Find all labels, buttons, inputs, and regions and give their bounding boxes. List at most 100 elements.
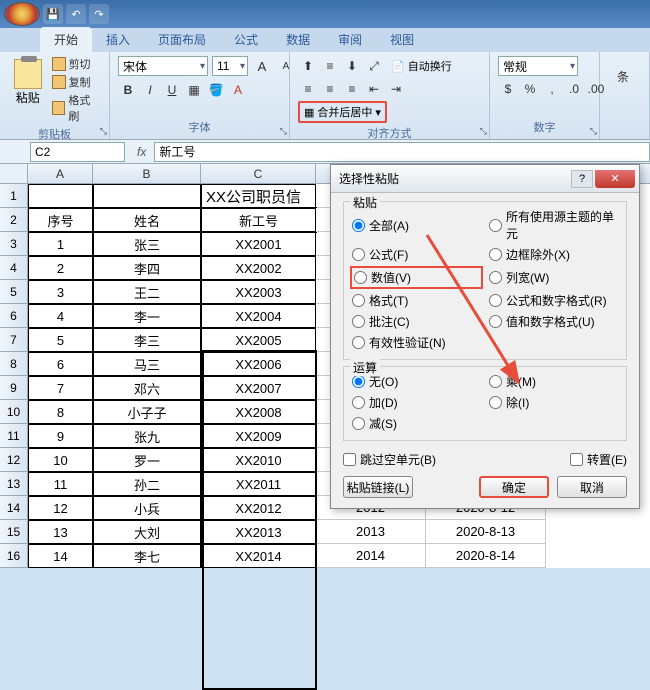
select-all-corner[interactable] [0,164,28,183]
cell[interactable]: 1 [28,232,93,256]
paste-link-button[interactable]: 粘贴链接(L) [343,476,413,498]
row-header[interactable]: 13 [0,472,28,496]
bold-button[interactable]: B [118,80,138,100]
cell[interactable]: XX公司职员信 [201,184,316,208]
radio-formats[interactable]: 格式(T) [352,292,481,309]
cell[interactable]: 小兵 [93,496,201,520]
dialog-launcher-icon[interactable]: ⤡ [480,126,487,137]
cell[interactable]: XX2011 [201,472,316,496]
font-name-combo[interactable]: 宋体 [118,56,208,76]
radio-op-mul[interactable]: 乘(M) [489,373,618,390]
cell[interactable]: 姓名 [93,208,201,232]
border-button[interactable]: ▦ [184,80,204,100]
radio-fnum[interactable]: 公式和数字格式(R) [489,292,618,309]
row-header[interactable]: 16 [0,544,28,568]
row-header[interactable]: 3 [0,232,28,256]
cell[interactable]: XX2005 [201,328,316,352]
col-header-c[interactable]: C [201,164,316,183]
radio-op-div[interactable]: 除(I) [489,394,618,411]
row-header[interactable]: 8 [0,352,28,376]
cell[interactable]: XX2003 [201,280,316,304]
qat-save-icon[interactable]: 💾 [43,4,63,24]
row-header[interactable]: 7 [0,328,28,352]
decrease-indent-button[interactable]: ⇤ [364,79,384,99]
radio-op-sub[interactable]: 减(S) [352,415,481,432]
cell[interactable]: 李七 [93,544,201,568]
cell[interactable]: 3 [28,280,93,304]
cell[interactable]: 2014 [316,544,426,568]
increase-decimal-button[interactable]: .0 [564,79,584,99]
radio-validation[interactable]: 有效性验证(N) [352,334,481,351]
cell[interactable]: 邓六 [93,376,201,400]
tab-view[interactable]: 视图 [376,27,428,52]
currency-button[interactable]: $ [498,79,518,99]
cell[interactable]: 7 [28,376,93,400]
cell[interactable]: XX2006 [201,352,316,376]
cut-button[interactable]: 剪切 [52,56,101,72]
col-header-b[interactable]: B [93,164,201,183]
cell[interactable]: 2 [28,256,93,280]
align-left-button[interactable]: ≡ [298,79,318,99]
cell[interactable]: 6 [28,352,93,376]
cancel-button[interactable]: 取消 [557,476,627,498]
dialog-launcher-icon[interactable]: ⤡ [100,126,107,137]
tab-data[interactable]: 数据 [272,27,324,52]
cell-active[interactable]: 新工号 [201,208,316,232]
cell[interactable]: 张三 [93,232,201,256]
close-button[interactable]: ✕ [595,170,635,188]
qat-undo-icon[interactable]: ↶ [66,4,86,24]
paste-button[interactable]: 粘贴 [8,56,48,108]
row-header[interactable]: 5 [0,280,28,304]
row-header[interactable]: 12 [0,448,28,472]
cell[interactable]: XX2008 [201,400,316,424]
cell[interactable]: 11 [28,472,93,496]
underline-button[interactable]: U [162,80,182,100]
italic-button[interactable]: I [140,80,160,100]
row-header[interactable]: 1 [0,184,28,208]
cell[interactable]: 5 [28,328,93,352]
row-header[interactable]: 6 [0,304,28,328]
row-header[interactable]: 15 [0,520,28,544]
cell[interactable]: 李一 [93,304,201,328]
cell[interactable]: 李三 [93,328,201,352]
cell[interactable] [28,184,93,208]
formula-input[interactable]: 新工号 [154,142,650,162]
radio-formulas[interactable]: 公式(F) [352,246,481,263]
cell[interactable]: XX2010 [201,448,316,472]
dialog-titlebar[interactable]: 选择性粘贴 ? ✕ [331,165,639,193]
tab-formulas[interactable]: 公式 [220,27,272,52]
copy-button[interactable]: 复制 [52,74,101,90]
row-header[interactable]: 2 [0,208,28,232]
row-header[interactable]: 14 [0,496,28,520]
orientation-button[interactable]: ⤢ [364,56,384,76]
cell[interactable]: 李四 [93,256,201,280]
cell[interactable]: 14 [28,544,93,568]
cell[interactable]: 10 [28,448,93,472]
radio-vnum[interactable]: 值和数字格式(U) [489,313,618,330]
font-size-combo[interactable]: 11 [212,56,248,76]
align-bottom-button[interactable]: ⬇ [342,56,362,76]
cell[interactable]: 孙二 [93,472,201,496]
cell[interactable]: 12 [28,496,93,520]
cell[interactable]: 大刘 [93,520,201,544]
align-center-button[interactable]: ≡ [320,79,340,99]
ok-button[interactable]: 确定 [479,476,549,498]
align-middle-button[interactable]: ≡ [320,56,340,76]
cell[interactable]: XX2014 [201,544,316,568]
cell[interactable]: XX2013 [201,520,316,544]
cell[interactable]: XX2007 [201,376,316,400]
row-header[interactable]: 9 [0,376,28,400]
format-painter-button[interactable]: 格式刷 [52,92,101,124]
cell[interactable]: 马三 [93,352,201,376]
radio-comments[interactable]: 批注(C) [352,313,481,330]
cell[interactable]: 罗一 [93,448,201,472]
tab-page-layout[interactable]: 页面布局 [144,27,220,52]
cell[interactable]: 13 [28,520,93,544]
cell[interactable]: XX2001 [201,232,316,256]
name-box[interactable]: C2 [30,142,125,162]
row-header[interactable]: 10 [0,400,28,424]
cell[interactable]: 王二 [93,280,201,304]
comma-button[interactable]: , [542,79,562,99]
conditional-format-button[interactable]: 条 [608,56,638,96]
radio-noborder[interactable]: 边框除外(X) [489,246,618,263]
